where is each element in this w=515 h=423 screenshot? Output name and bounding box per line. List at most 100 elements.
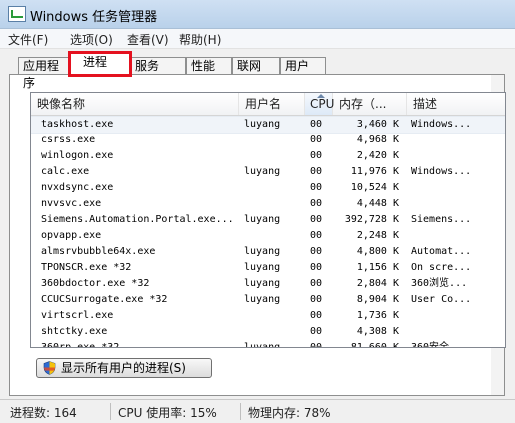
table-row[interactable]: almsrvbubble64x.exe luyang 00 4,800 K Automa… <box>31 244 505 260</box>
process-cpu: 00 <box>310 310 323 321</box>
menu-file[interactable]: 文件(F) <box>8 31 48 48</box>
process-user-name: luyang <box>244 342 281 348</box>
column-cpu-label: CPU <box>310 97 335 111</box>
table-row[interactable]: nvvsvc.exe 00 4,448 K <box>31 196 505 212</box>
process-description: 360浏览... <box>411 278 468 289</box>
process-cpu: 00 <box>310 342 323 348</box>
process-description: User Co... <box>411 294 472 305</box>
process-image-name: csrss.exe <box>41 134 96 145</box>
process-description: Automat... <box>411 246 472 257</box>
process-memory: 4,800 K <box>356 246 399 257</box>
uac-shield-icon <box>43 361 56 375</box>
process-cpu: 00 <box>310 198 323 209</box>
column-image-name[interactable]: 映像名称 <box>31 93 239 115</box>
table-row[interactable]: shtctky.exe 00 4,308 K <box>31 324 505 340</box>
process-user-name: luyang <box>244 278 281 289</box>
process-cpu: 00 <box>310 278 323 289</box>
process-image-name: nvvsvc.exe <box>41 198 102 209</box>
status-physical-memory: 物理内存: 78% <box>248 406 331 420</box>
process-image-name: CCUCSurrogate.exe *32 <box>41 294 168 305</box>
process-image-name: virtscrl.exe <box>41 310 114 321</box>
column-cpu[interactable]: CPU <box>305 93 335 115</box>
tab-strip: 应用程序 进程 服务 性能 联网 用户 <box>0 50 515 90</box>
status-divider <box>240 403 241 420</box>
process-cpu: 00 <box>310 246 323 257</box>
process-description: On scre... <box>411 262 472 273</box>
process-image-name: 360rp.exe *32 <box>41 342 120 348</box>
process-memory: 10,524 K <box>350 182 399 193</box>
process-memory: 392,728 K <box>344 214 399 225</box>
menu-view[interactable]: 查看(V) <box>127 31 169 48</box>
process-cpu: 00 <box>310 150 323 161</box>
process-user-name: luyang <box>244 262 281 273</box>
menu-bar: 文件(F) 选项(O) 查看(V) 帮助(H) <box>0 29 515 49</box>
tab-services[interactable]: 服务 <box>130 57 186 74</box>
process-list-header: 映像名称 用户名 CPU 内存（... 描述 <box>31 93 505 116</box>
process-memory: 81,660 K <box>350 342 399 348</box>
column-description[interactable]: 描述 <box>407 93 505 115</box>
process-cpu: 00 <box>310 119 323 130</box>
process-user-name: luyang <box>244 294 281 305</box>
task-manager-app-icon <box>8 6 26 22</box>
process-user-name: luyang <box>244 246 281 257</box>
window-title: Windows 任务管理器 <box>30 10 158 25</box>
process-memory: 2,420 K <box>356 150 399 161</box>
process-memory: 2,804 K <box>356 278 399 289</box>
table-row[interactable]: csrss.exe 00 4,968 K <box>31 132 505 148</box>
show-all-users-processes-button[interactable]: 显示所有用户的进程(S) <box>36 358 212 378</box>
process-memory: 1,736 K <box>356 310 399 321</box>
tab-processes[interactable]: 进程 <box>68 51 132 77</box>
process-cpu: 00 <box>310 262 323 273</box>
status-bar: 进程数: 164 CPU 使用率: 15% 物理内存: 78% <box>0 399 515 423</box>
process-image-name: shtctky.exe <box>41 326 108 337</box>
table-row[interactable]: winlogon.exe 00 2,420 K <box>31 148 505 164</box>
process-description: Windows... <box>411 166 472 177</box>
process-image-name: taskhost.exe <box>41 119 114 130</box>
process-list-body: taskhost.exe luyang 00 3,460 K Windows... csr… <box>31 116 505 347</box>
process-image-name: opvapp.exe <box>41 230 102 241</box>
tab-applications[interactable]: 应用程序 <box>18 57 70 90</box>
process-memory: 1,156 K <box>356 262 399 273</box>
process-list[interactable]: 映像名称 用户名 CPU 内存（... 描述 taskhost.exe luyan… <box>30 92 506 348</box>
table-row[interactable]: 360rp.exe *32 luyang 00 81,660 K 360安全... <box>31 340 505 348</box>
process-memory: 11,976 K <box>350 166 399 177</box>
column-memory[interactable]: 内存（... <box>333 93 407 115</box>
menu-options[interactable]: 选项(O) <box>70 31 113 48</box>
tab-networking[interactable]: 联网 <box>232 57 280 74</box>
table-row[interactable]: virtscrl.exe 00 1,736 K <box>31 308 505 324</box>
process-memory: 4,308 K <box>356 326 399 337</box>
process-description: Siemens... <box>411 214 472 225</box>
column-user-name[interactable]: 用户名 <box>239 93 305 115</box>
show-all-users-processes-label: 显示所有用户的进程(S) <box>61 361 186 375</box>
process-user-name: luyang <box>244 119 281 130</box>
process-cpu: 00 <box>310 294 323 305</box>
process-image-name: almsrvbubble64x.exe <box>41 246 156 257</box>
status-process-count: 进程数: 164 <box>10 406 77 420</box>
process-image-name: calc.exe <box>41 166 90 177</box>
process-cpu: 00 <box>310 326 323 337</box>
process-user-name: luyang <box>244 166 281 177</box>
table-row[interactable]: opvapp.exe 00 2,248 K <box>31 228 505 244</box>
table-row[interactable]: Siemens.Automation.Portal.exe... luyang 00… <box>31 212 505 228</box>
menu-help[interactable]: 帮助(H) <box>179 31 221 48</box>
process-image-name: winlogon.exe <box>41 150 114 161</box>
process-memory: 4,448 K <box>356 198 399 209</box>
tab-performance[interactable]: 性能 <box>186 57 232 74</box>
table-row[interactable]: calc.exe luyang 00 11,976 K Windows... <box>31 164 505 180</box>
process-memory: 8,904 K <box>356 294 399 305</box>
table-row[interactable]: nvxdsync.exe 00 10,524 K <box>31 180 505 196</box>
sort-ascending-icon <box>317 94 325 98</box>
process-user-name: luyang <box>244 214 281 225</box>
process-cpu: 00 <box>310 182 323 193</box>
process-image-name: nvxdsync.exe <box>41 182 114 193</box>
table-row[interactable]: TPONSCR.exe *32 luyang 00 1,156 K On scre... <box>31 260 505 276</box>
table-row[interactable]: CCUCSurrogate.exe *32 luyang 00 8,904 K User… <box>31 292 505 308</box>
table-row[interactable]: 360bdoctor.exe *32 luyang 00 2,804 K 360浏览..… <box>31 276 505 292</box>
status-cpu-usage: CPU 使用率: 15% <box>118 406 217 420</box>
process-memory: 3,460 K <box>356 119 399 130</box>
tab-users[interactable]: 用户 <box>280 57 326 74</box>
process-image-name: TPONSCR.exe *32 <box>41 262 132 273</box>
process-memory: 2,248 K <box>356 230 399 241</box>
title-bar: Windows 任务管理器 <box>0 0 515 29</box>
process-cpu: 00 <box>310 214 323 225</box>
